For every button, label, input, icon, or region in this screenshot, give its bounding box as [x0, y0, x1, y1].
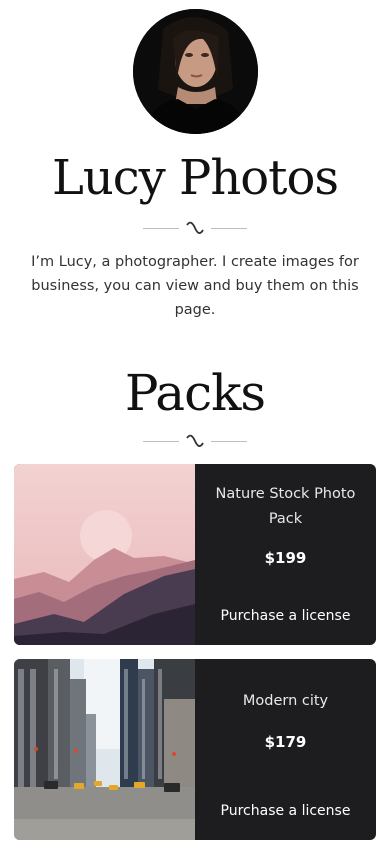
profile-avatar [133, 9, 258, 134]
pack-card-city: Modern city $179 Purchase a license [14, 659, 376, 840]
pack-name: Nature Stock Photo Pack [215, 486, 356, 527]
mountains-photo [14, 464, 195, 645]
packs-divider [143, 433, 247, 449]
purchase-license-button[interactable]: Purchase a license [195, 784, 376, 840]
purchase-license-button[interactable]: Purchase a license [195, 589, 376, 645]
packs-heading: Packs [124, 364, 266, 422]
wave-divider-icon [186, 221, 204, 234]
wave-divider-icon [186, 434, 204, 447]
page-title: Lucy Photos [52, 150, 339, 206]
pack-name: Modern city [242, 693, 329, 709]
profile-bio: I’m Lucy, a photographer. I create image… [31, 254, 359, 318]
pack-price: $199 [264, 549, 307, 567]
pack-card-nature: Nature Stock Photo Pack $199 Purchase a … [14, 464, 376, 645]
pack-price: $179 [264, 733, 307, 751]
city-street-photo [14, 659, 195, 840]
title-divider [143, 220, 247, 236]
